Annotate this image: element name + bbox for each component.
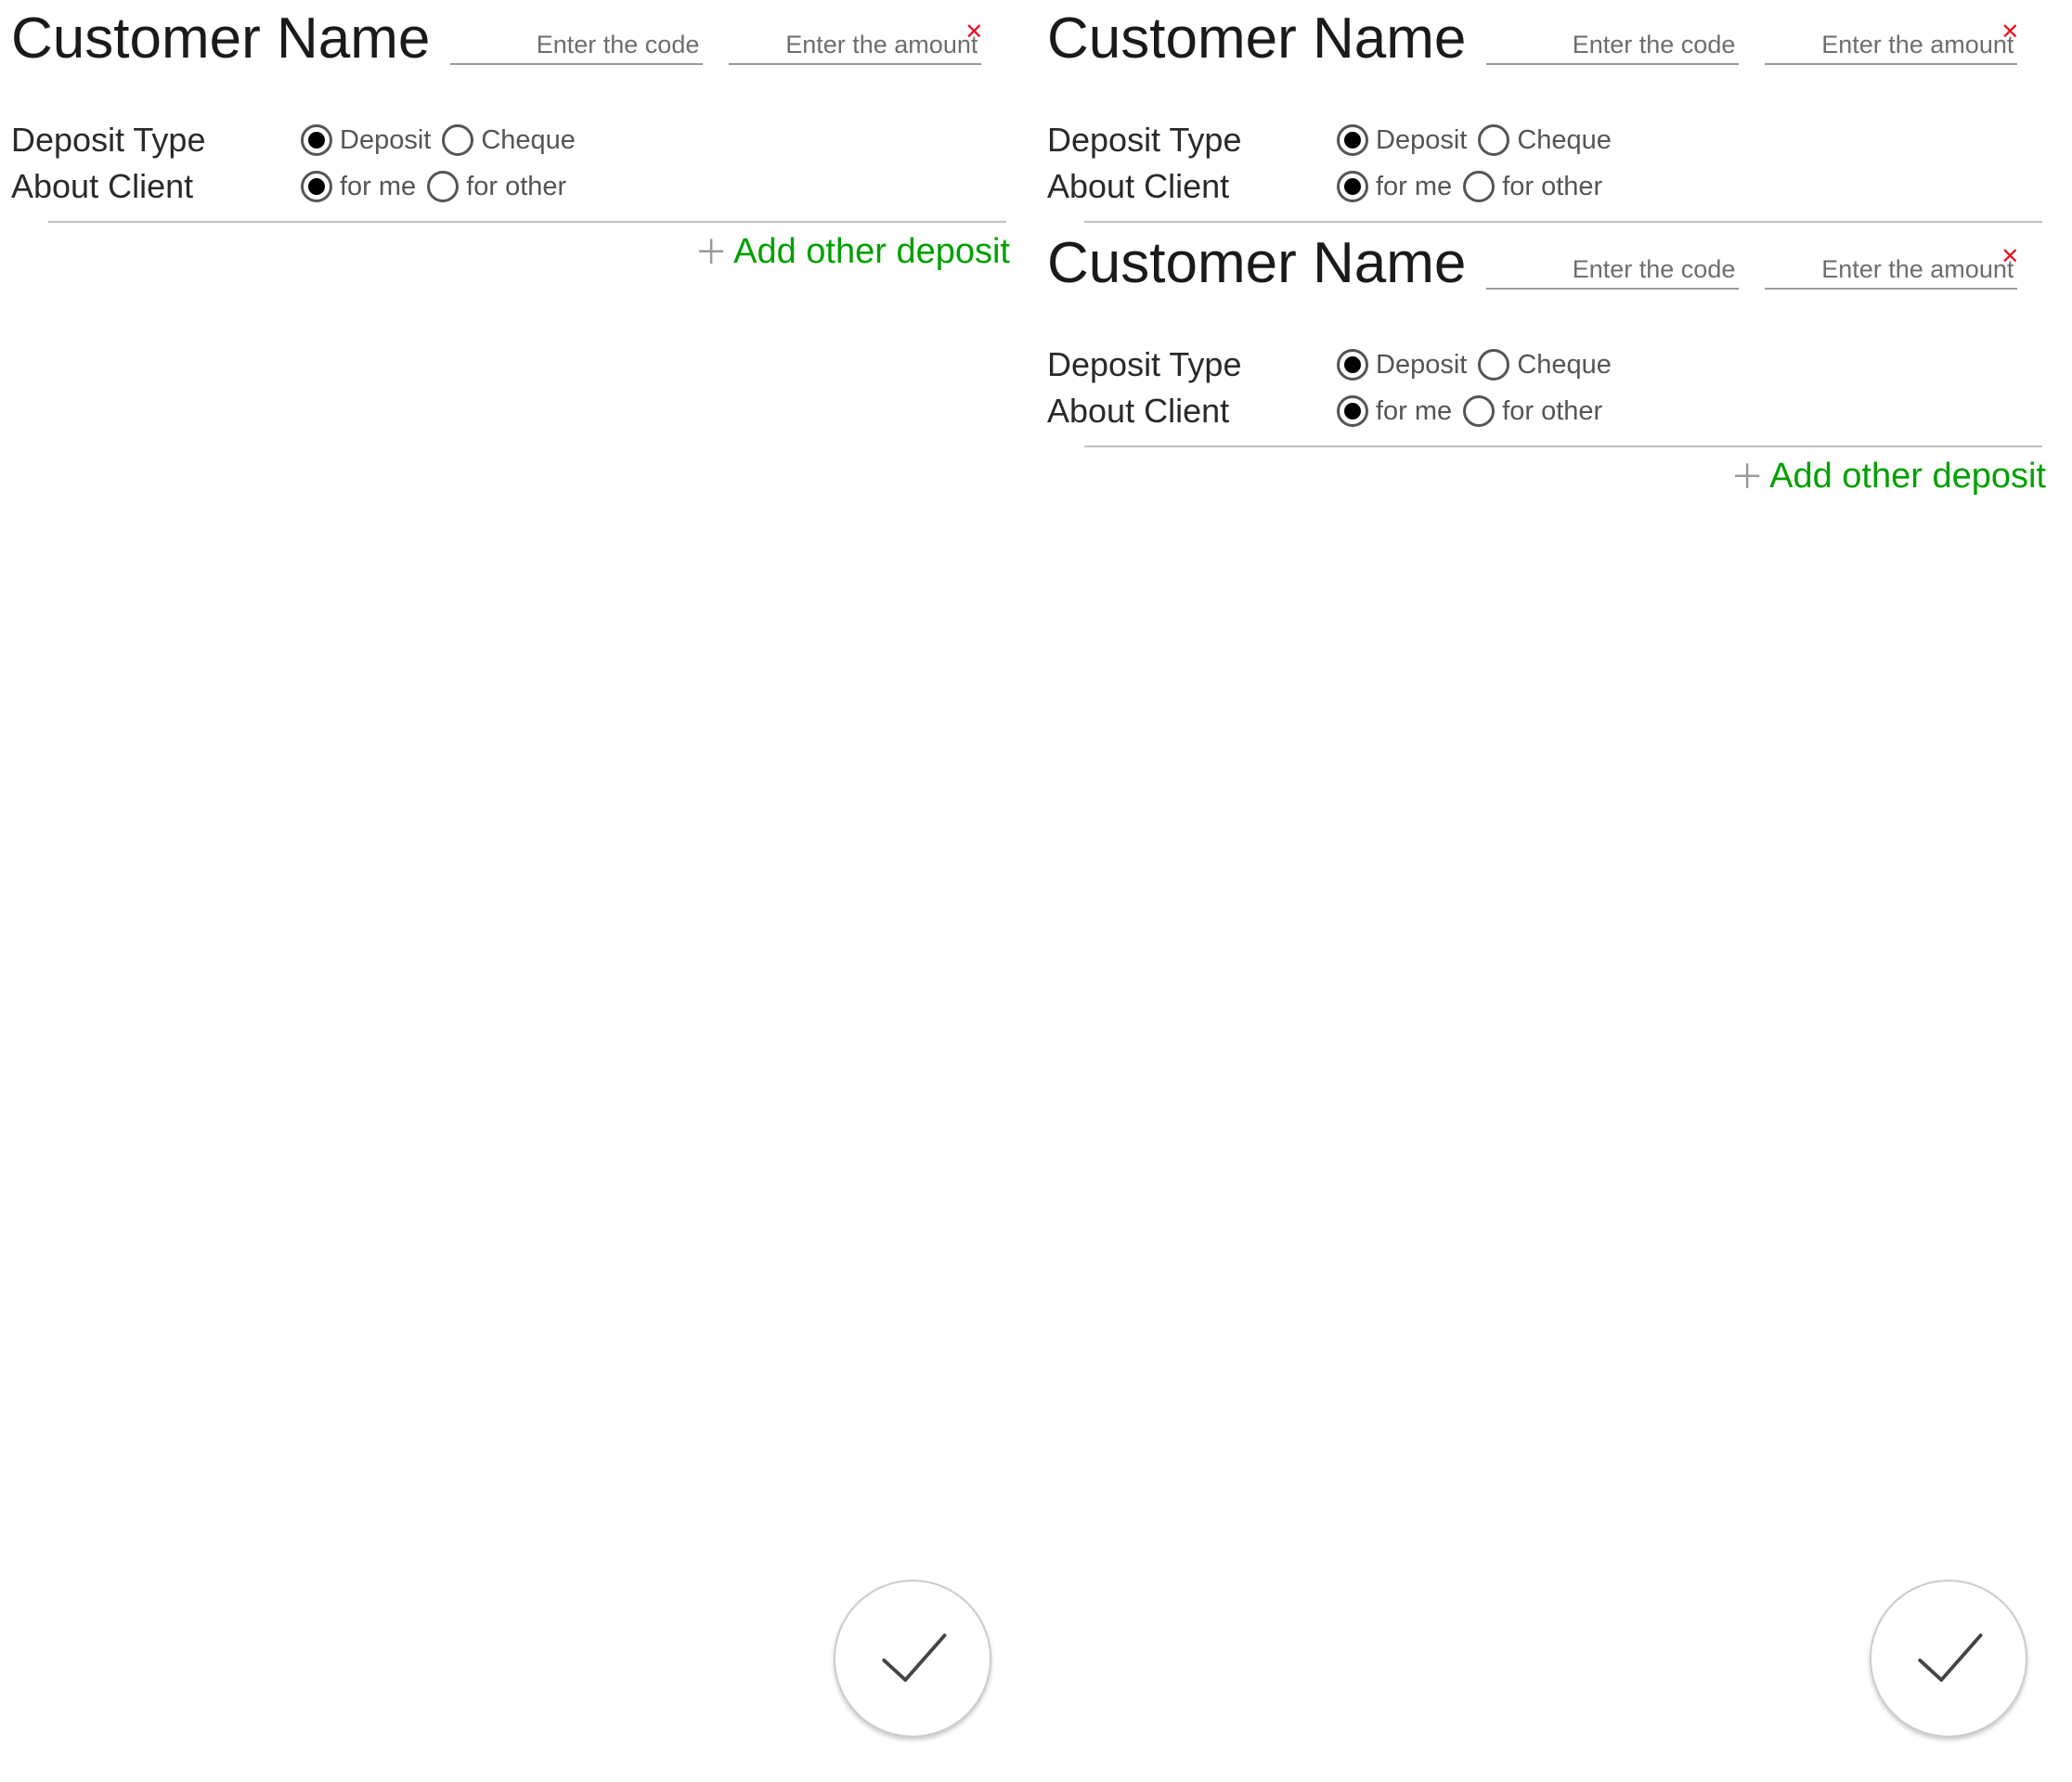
customer-name-title: Customer Name	[1047, 7, 1466, 71]
deposit-header-row: Customer Name ✕	[1047, 7, 2053, 71]
radio-icon	[301, 171, 332, 202]
radio-icon	[1337, 349, 1368, 381]
radio-deposit-label: Deposit	[1376, 125, 1467, 156]
radio-for-other-label: for other	[1502, 172, 1602, 202]
radio-cheque-label: Cheque	[481, 125, 576, 156]
amount-input[interactable]	[1765, 252, 2017, 290]
add-other-deposit-button[interactable]: ＋ Add other deposit	[1047, 457, 2053, 497]
radio-section: Deposit Type Deposit Cheque About Client…	[1047, 121, 2053, 206]
code-input[interactable]	[450, 27, 703, 65]
deposit-type-label: Deposit Type	[1047, 121, 1326, 160]
radio-cheque-label: Cheque	[1517, 350, 1612, 381]
radio-for-me[interactable]: for me	[301, 171, 416, 202]
deposit-type-label: Deposit Type	[11, 121, 290, 160]
radio-icon	[442, 124, 473, 156]
radio-for-other-label: for other	[466, 172, 566, 202]
deposit-type-label: Deposit Type	[1047, 345, 1326, 384]
radio-cheque-label: Cheque	[1517, 125, 1612, 156]
radio-deposit-label: Deposit	[1376, 350, 1467, 381]
about-client-row: About Client for me for other	[11, 167, 1017, 206]
amount-input-cell: ✕	[729, 27, 981, 65]
radio-for-other-label: for other	[1502, 396, 1602, 427]
code-input-cell	[450, 27, 703, 65]
close-icon[interactable]: ✕	[2001, 21, 2019, 44]
about-client-row: About Client for me for other	[1047, 167, 2053, 206]
deposit-block: Customer Name ✕ Deposit Type Deposit	[1047, 232, 2053, 447]
radio-cheque[interactable]: Cheque	[1478, 349, 1612, 381]
radio-for-other[interactable]: for other	[427, 171, 566, 202]
deposit-type-row: Deposit Type Deposit Cheque	[1047, 345, 2053, 384]
deposit-type-row: Deposit Type Deposit Cheque	[1047, 121, 2053, 160]
radio-icon	[1478, 124, 1509, 156]
divider	[1084, 221, 2042, 223]
deposit-type-row: Deposit Type Deposit Cheque	[11, 121, 1017, 160]
close-icon[interactable]: ✕	[2001, 246, 2019, 268]
radio-section: Deposit Type Deposit Cheque About Client…	[11, 121, 1017, 206]
radio-icon	[301, 124, 332, 156]
radio-cheque[interactable]: Cheque	[442, 124, 576, 156]
divider	[48, 221, 1006, 223]
radio-icon	[1463, 171, 1495, 202]
amount-input-cell: ✕	[1765, 27, 2017, 65]
radio-deposit[interactable]: Deposit	[1337, 124, 1467, 156]
radio-for-other[interactable]: for other	[1463, 395, 1602, 427]
right-pane: Customer Name ✕ Deposit Type Deposit	[1036, 0, 2072, 1782]
radio-deposit[interactable]: Deposit	[301, 124, 431, 156]
customer-name-title: Customer Name	[1047, 232, 1466, 295]
radio-for-me-label: for me	[340, 172, 416, 202]
left-pane: Customer Name ✕ Deposit Type Deposit	[0, 0, 1036, 1782]
radio-icon	[1478, 349, 1509, 381]
radio-cheque[interactable]: Cheque	[1478, 124, 1612, 156]
add-other-deposit-label: Add other deposit	[1769, 457, 2046, 497]
code-input-cell	[1486, 252, 1739, 290]
about-client-label: About Client	[1047, 392, 1326, 431]
radio-for-me-label: for me	[1376, 172, 1452, 202]
check-icon	[868, 1614, 957, 1703]
radio-icon	[1337, 171, 1368, 202]
about-client-label: About Client	[1047, 167, 1326, 206]
radio-icon	[1337, 124, 1368, 156]
about-client-row: About Client for me for other	[1047, 392, 2053, 431]
amount-input[interactable]	[729, 27, 981, 65]
confirm-button[interactable]	[834, 1580, 991, 1737]
radio-for-me[interactable]: for me	[1337, 171, 1452, 202]
radio-for-other[interactable]: for other	[1463, 171, 1602, 202]
radio-icon	[427, 171, 459, 202]
radio-section: Deposit Type Deposit Cheque About Client…	[1047, 345, 2053, 431]
add-other-deposit-button[interactable]: ＋ Add other deposit	[11, 232, 1017, 272]
code-input[interactable]	[1486, 252, 1739, 290]
radio-for-me[interactable]: for me	[1337, 395, 1452, 427]
deposit-block: Customer Name ✕ Deposit Type Deposit	[1047, 7, 2053, 223]
amount-input-cell: ✕	[1765, 252, 2017, 290]
plus-icon: ＋	[1730, 460, 1764, 494]
deposit-block: Customer Name ✕ Deposit Type Deposit	[11, 7, 1017, 223]
radio-deposit-label: Deposit	[340, 125, 431, 156]
code-input-cell	[1486, 27, 1739, 65]
inputs-wrap: ✕	[450, 27, 1017, 71]
close-icon[interactable]: ✕	[965, 21, 983, 44]
check-icon	[1904, 1614, 1993, 1703]
customer-name-title: Customer Name	[11, 7, 430, 71]
deposit-header-row: Customer Name ✕	[11, 7, 1017, 71]
divider	[1084, 446, 2042, 447]
add-other-deposit-label: Add other deposit	[733, 232, 1010, 272]
inputs-wrap: ✕	[1486, 27, 2053, 71]
deposit-header-row: Customer Name ✕	[1047, 232, 2053, 295]
plus-icon: ＋	[694, 236, 728, 269]
radio-for-me-label: for me	[1376, 396, 1452, 427]
radio-icon	[1337, 395, 1368, 427]
amount-input[interactable]	[1765, 27, 2017, 65]
about-client-label: About Client	[11, 167, 290, 206]
radio-deposit[interactable]: Deposit	[1337, 349, 1467, 381]
inputs-wrap: ✕	[1486, 252, 2053, 295]
code-input[interactable]	[1486, 27, 1739, 65]
radio-icon	[1463, 395, 1495, 427]
confirm-button[interactable]	[1870, 1580, 2027, 1737]
